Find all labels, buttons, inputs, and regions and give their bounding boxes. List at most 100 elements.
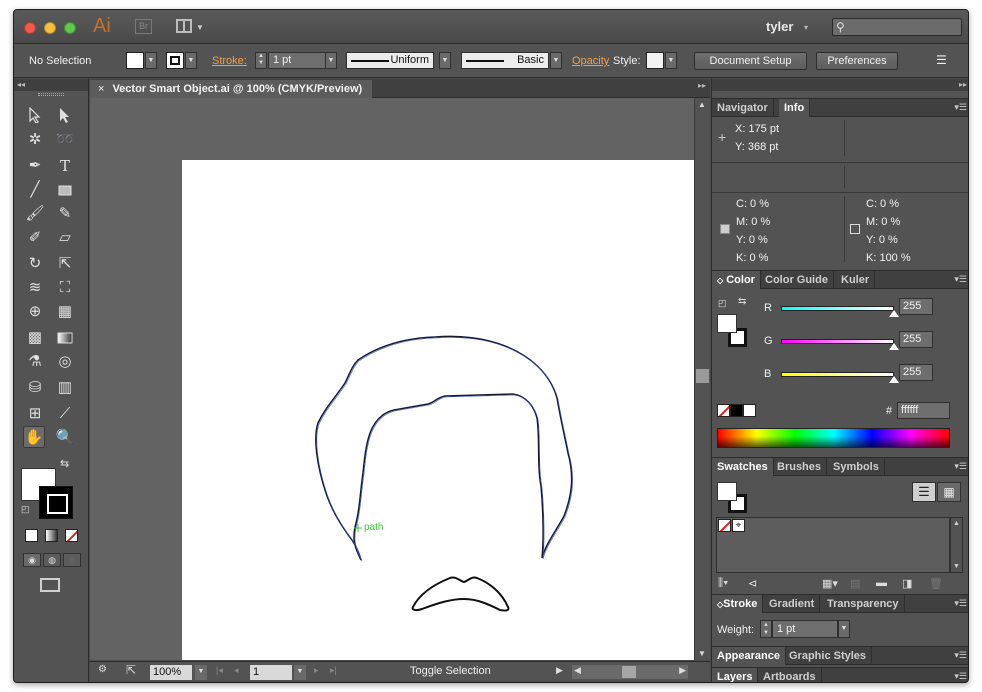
draw-behind-icon[interactable]: ◍ [43, 553, 61, 567]
swap-fill-stroke-icon[interactable]: ⇆ [60, 457, 69, 470]
gradient-mode-icon[interactable] [45, 529, 58, 542]
green-value-field[interactable]: 255 [899, 331, 933, 348]
rotate-tool-icon[interactable]: ↻ [24, 253, 46, 275]
stroke-dropdown[interactable]: ▼ [185, 52, 197, 69]
selection-tool-icon[interactable] [24, 104, 46, 126]
none-color-swatch[interactable] [717, 404, 730, 417]
tab-color-guide[interactable]: Color Guide [760, 271, 834, 289]
gradient-tool-icon[interactable] [54, 327, 76, 349]
column-graph-tool-icon[interactable]: ▥ [54, 377, 76, 399]
minimize-window-button[interactable] [44, 22, 56, 34]
variable-width-profile[interactable]: Uniform [346, 52, 434, 69]
scale-tool-icon[interactable]: ⇱ [54, 253, 76, 275]
scroll-down-icon[interactable]: ▼ [698, 649, 706, 658]
bridge-button[interactable]: Br [135, 19, 152, 34]
profile-dropdown[interactable]: ▼ [439, 52, 451, 69]
gpu-icon[interactable]: ⚙ [98, 664, 107, 675]
delete-swatch-icon[interactable]: 🗑 [929, 577, 943, 590]
graphic-style-swatch[interactable] [646, 52, 664, 69]
tab-kuler[interactable]: Kuler [836, 271, 876, 289]
color-group-icon[interactable]: ▤ [850, 577, 860, 590]
screen-mode-icon[interactable] [40, 578, 60, 592]
stroke-weight-field[interactable]: 1 pt [268, 52, 326, 69]
fill-color-swatch[interactable] [126, 52, 144, 69]
tab-swatches[interactable]: Swatches [712, 458, 774, 476]
blue-value-field[interactable]: 255 [899, 364, 933, 381]
swatch-scrollbar[interactable]: ▲ ▼ [950, 517, 963, 573]
direct-selection-tool-icon[interactable] [54, 104, 76, 126]
tab-symbols[interactable]: Symbols [828, 458, 885, 476]
tab-appearance[interactable]: Appearance [712, 647, 786, 665]
document-setup-button[interactable]: Document Setup [694, 52, 807, 70]
arrange-documents-button[interactable]: ▼ [176, 19, 204, 35]
color-spectrum[interactable] [717, 428, 950, 448]
draw-normal-icon[interactable]: ◉ [23, 553, 41, 567]
grid-view-icon[interactable]: ▦ [937, 482, 961, 502]
search-input[interactable]: ⚲ [832, 18, 962, 36]
close-tab-icon[interactable]: × [98, 83, 104, 95]
eyedropper-tool-icon[interactable]: ⚗ [24, 351, 46, 373]
panel-menu-icon[interactable]: ▾☰ [954, 598, 967, 609]
brush-definition[interactable]: Basic [461, 52, 549, 69]
tab-gradient[interactable]: Gradient [764, 595, 821, 613]
red-value-field[interactable]: 255 [899, 298, 933, 315]
line-tool-icon[interactable]: ╱ [24, 179, 46, 201]
tab-navigator[interactable]: Navigator [712, 99, 774, 117]
default-fill-stroke-icon[interactable]: ◰ [718, 298, 727, 309]
artwork[interactable]: path [90, 98, 694, 660]
blue-slider-knob[interactable] [889, 376, 899, 383]
mesh-tool-icon[interactable]: ▩ [24, 327, 46, 349]
fill-swatch[interactable] [717, 314, 737, 333]
green-slider-knob[interactable] [889, 343, 899, 350]
new-group-folder-icon[interactable]: ▬ [876, 577, 887, 589]
draw-inside-icon[interactable]: ◌ [63, 553, 81, 567]
eraser-tool-icon[interactable]: ▱ [54, 227, 76, 249]
symbol-sprayer-tool-icon[interactable]: ⛁ [24, 377, 46, 399]
panel-menu-icon[interactable]: ▾☰ [954, 274, 967, 285]
stroke-color-swatch[interactable] [166, 52, 184, 69]
green-slider[interactable] [781, 339, 894, 344]
swatch-list[interactable]: ⌖ [716, 517, 950, 573]
brush-dropdown[interactable]: ▼ [550, 52, 562, 69]
weight-dropdown[interactable]: ▼ [838, 620, 850, 638]
stroke-weight-stepper[interactable]: ▲ ▼ [255, 52, 267, 69]
magic-wand-tool-icon[interactable]: ✲ [24, 129, 46, 151]
zoom-tool-icon[interactable]: 🔍 [54, 427, 76, 449]
paintbrush-tool-icon[interactable]: 🖌 [24, 203, 46, 225]
black-color-swatch[interactable] [730, 404, 743, 417]
tab-stroke[interactable]: ◇Stroke [712, 595, 764, 613]
canvas-area[interactable]: path [90, 98, 694, 660]
scroll-up-icon[interactable]: ▲ [698, 100, 706, 109]
hand-tool-icon[interactable]: ✋ [23, 426, 45, 448]
none-swatch[interactable] [718, 519, 731, 532]
blob-brush-tool-icon[interactable]: ✐ [24, 227, 46, 249]
shape-builder-tool-icon[interactable]: ⊕ [24, 301, 46, 323]
white-color-swatch[interactable] [743, 404, 756, 417]
zoom-dropdown[interactable]: ▼ [195, 665, 207, 680]
next-artboard-icon[interactable]: ▸ [314, 665, 319, 676]
tab-artboards[interactable]: Artboards [758, 668, 822, 682]
export-icon[interactable]: ⇱ [126, 663, 136, 677]
stroke-label[interactable]: Stroke: [212, 55, 247, 67]
hex-field[interactable]: ffffff [897, 402, 950, 419]
stroke-color-box[interactable] [39, 486, 73, 519]
swap-colors-icon[interactable]: ⇆ [738, 296, 746, 307]
vertical-scroll-thumb[interactable] [696, 369, 709, 383]
rectangle-tool-icon[interactable] [54, 179, 76, 201]
user-menu[interactable]: tyler [766, 19, 793, 34]
collapse-tools-icon[interactable]: ◂◂ [14, 79, 88, 91]
panel-menu-icon[interactable]: ▾☰ [954, 671, 967, 682]
red-slider-knob[interactable] [889, 310, 899, 317]
swatch-libraries-icon[interactable]: ⫼▾ [718, 577, 728, 590]
previous-artboard-icon[interactable]: ◂ [234, 665, 239, 676]
tab-color[interactable]: ◇ Color [712, 271, 761, 289]
tab-info[interactable]: Info [779, 99, 811, 117]
panel-menu-icon[interactable]: ▾☰ [954, 102, 967, 113]
first-artboard-icon[interactable]: |◂ [216, 665, 223, 676]
tab-transparency[interactable]: Transparency [822, 595, 905, 613]
tab-graphic-styles[interactable]: Graphic Styles [784, 647, 873, 665]
zoom-field[interactable]: 100% [150, 665, 192, 680]
tab-layers[interactable]: Layers [712, 668, 759, 682]
perspective-grid-tool-icon[interactable]: ▦ [54, 301, 76, 323]
blend-tool-icon[interactable]: ◎ [54, 351, 76, 373]
